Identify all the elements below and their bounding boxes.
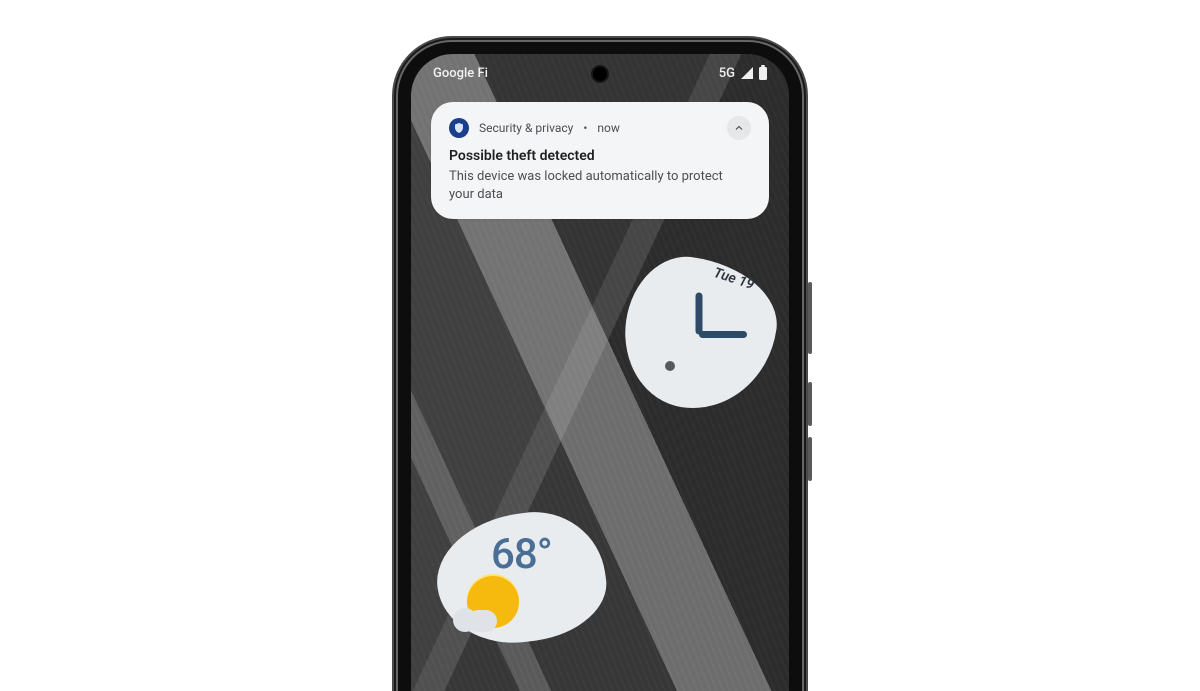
- phone-screen: Google Fi 5G Security & privacy • now Po…: [411, 54, 789, 691]
- notification-body: This device was locked automatically to …: [449, 168, 751, 203]
- status-bar-right: 5G: [719, 66, 767, 81]
- collapse-button[interactable]: [727, 116, 751, 140]
- weather-widget[interactable]: 68°: [437, 514, 605, 642]
- clock-dot-icon: [665, 361, 675, 371]
- notification-time-label: now: [597, 121, 620, 135]
- shield-icon: [449, 118, 469, 138]
- notification-header: Security & privacy • now: [449, 116, 751, 140]
- notification-title: Possible theft detected: [449, 148, 751, 164]
- phone-volume-up-button: [808, 382, 812, 426]
- clock-widget[interactable]: Tue 19: [625, 259, 775, 409]
- notification-separator: •: [583, 121, 587, 135]
- chevron-up-icon: [733, 122, 745, 134]
- clock-hour-hand: [696, 293, 703, 335]
- clock-minute-hand: [699, 331, 747, 338]
- front-camera-cutout: [593, 67, 607, 81]
- clock-face: [699, 333, 701, 335]
- notification-app-label: Security & privacy: [479, 121, 573, 135]
- phone-side-button: [808, 282, 812, 354]
- cloud-icon: [453, 608, 499, 632]
- weather-temperature: 68°: [491, 530, 552, 579]
- network-label: 5G: [719, 66, 735, 81]
- phone-volume-down-button: [808, 437, 812, 481]
- carrier-label: Google Fi: [433, 66, 488, 81]
- phone-device-frame: Google Fi 5G Security & privacy • now Po…: [398, 42, 802, 691]
- signal-icon: [741, 67, 753, 79]
- battery-icon: [759, 67, 767, 80]
- notification-card[interactable]: Security & privacy • now Possible theft …: [431, 102, 769, 219]
